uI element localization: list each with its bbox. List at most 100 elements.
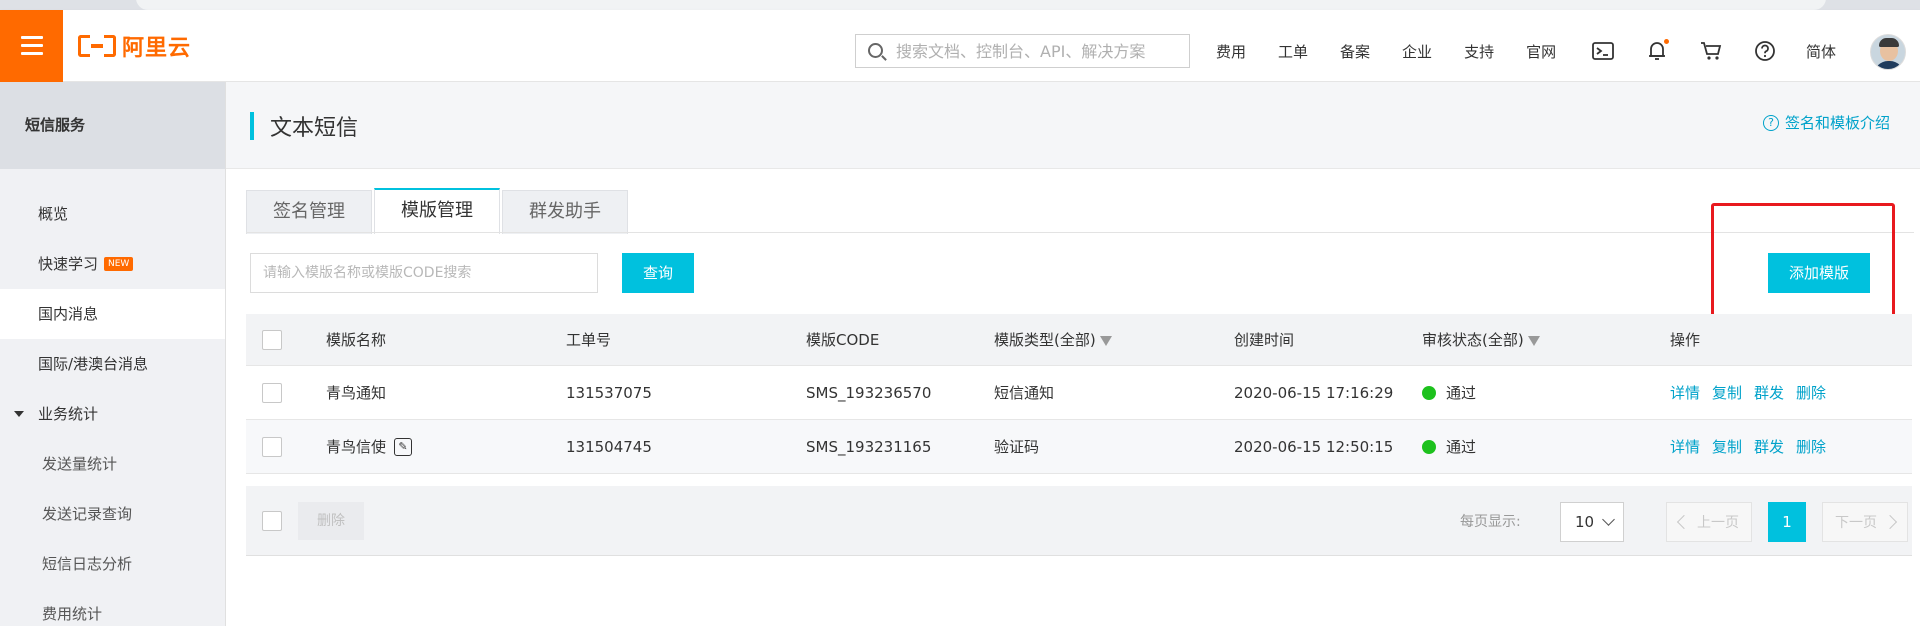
sidebar-item-quick-learn[interactable]: 快速学习 NEW <box>0 239 225 289</box>
bulk-delete-button[interactable]: 删除 <box>298 502 364 540</box>
title-accent-bar <box>250 112 254 140</box>
sidebar-item-label: 国内消息 <box>38 305 99 323</box>
review-status-text: 通过 <box>1446 438 1477 456</box>
tab-signature-management[interactable]: 签名管理 <box>246 190 372 234</box>
notification-dot <box>1664 39 1669 44</box>
query-button[interactable]: 查询 <box>622 253 694 293</box>
tab-template-management[interactable]: 模版管理 <box>374 188 500 234</box>
filter-icon[interactable] <box>1099 335 1112 346</box>
sidebar: 短信服务 概览 快速学习 NEW 国内消息 国际/港澳台消息 业务统计 发送量统计… <box>0 82 226 626</box>
next-page-label: 下一页 <box>1835 515 1877 531</box>
address-bar[interactable] <box>136 0 1826 10</box>
sidebar-item-label: 快速学习 <box>38 255 99 273</box>
terminal-icon[interactable] <box>1590 38 1616 64</box>
action-copy-link[interactable]: 复制 <box>1712 436 1742 457</box>
nav-link-fees[interactable]: 费用 <box>1216 41 1246 62</box>
column-header-type[interactable]: 模版类型(全部) <box>994 314 1112 365</box>
nav-link-filing[interactable]: 备案 <box>1340 41 1370 62</box>
table-header-row: 模版名称 工单号 模版CODE 模版类型(全部) 创建时间 审核状态(全部) 操… <box>246 314 1912 366</box>
help-icon[interactable] <box>1752 38 1778 64</box>
language-switch[interactable]: 简体 <box>1806 41 1836 62</box>
cart-icon[interactable] <box>1698 38 1724 64</box>
edit-icon[interactable]: ✎ <box>394 437 413 456</box>
new-badge: NEW <box>104 256 134 271</box>
help-link[interactable]: ? 签名和模板介绍 <box>1762 112 1890 133</box>
page-header: 文本短信 ? 签名和模板介绍 <box>226 82 1920 169</box>
sidebar-item-send-volume[interactable]: 发送量统计 <box>0 439 225 489</box>
column-header-status-label: 审核状态(全部) <box>1422 331 1524 349</box>
sidebar-group-business-stats[interactable]: 业务统计 <box>0 389 225 439</box>
template-name-cell: 青鸟信使 ✎ <box>326 420 413 473</box>
template-name: 青鸟通知 <box>326 384 387 402</box>
column-header-ticket: 工单号 <box>566 331 612 349</box>
action-delete-link[interactable]: 删除 <box>1796 382 1826 403</box>
template-type: 短信通知 <box>994 384 1055 402</box>
sidebar-item-international[interactable]: 国际/港澳台消息 <box>0 339 225 389</box>
footer-select-all-checkbox[interactable] <box>262 511 282 531</box>
sidebar-item-label: 发送记录查询 <box>42 505 133 523</box>
select-all-checkbox[interactable] <box>262 329 282 350</box>
page-title: 文本短信 <box>270 116 359 141</box>
ticket-number: 131537075 <box>566 383 652 402</box>
row-actions: 详情 复制 群发 删除 <box>1670 420 1838 473</box>
hamburger-menu-button[interactable] <box>0 10 63 82</box>
top-nav-links: 费用 工单 备案 企业 支持 官网 <box>1216 34 1588 68</box>
tab-divider <box>246 232 1914 233</box>
row-checkbox[interactable] <box>262 436 282 457</box>
action-bulk-send-link[interactable]: 群发 <box>1754 382 1784 403</box>
created-time: 2020-06-15 17:16:29 <box>1234 383 1394 402</box>
row-checkbox-cell <box>262 366 282 419</box>
template-code: SMS_193231165 <box>806 437 932 456</box>
row-checkbox-cell <box>262 420 282 473</box>
sidebar-item-label: 短信日志分析 <box>42 555 133 573</box>
add-template-button[interactable]: 添加模版 <box>1768 253 1870 293</box>
chevron-left-icon <box>1676 514 1692 530</box>
table-footer: 删除 每页显示: 10 上一页 1 下一页 <box>246 486 1912 556</box>
sidebar-item-send-records[interactable]: 发送记录查询 <box>0 489 225 539</box>
nav-link-enterprise[interactable]: 企业 <box>1402 41 1432 62</box>
sidebar-item-overview[interactable]: 概览 <box>0 189 225 239</box>
column-header-created: 创建时间 <box>1234 331 1295 349</box>
template-name: 青鸟信使 <box>326 438 387 456</box>
template-search-input[interactable] <box>250 253 598 293</box>
user-avatar[interactable] <box>1870 34 1906 70</box>
global-search[interactable] <box>855 34 1190 68</box>
bell-icon[interactable] <box>1644 38 1670 64</box>
sidebar-title[interactable]: 短信服务 <box>0 82 225 169</box>
action-detail-link[interactable]: 详情 <box>1670 436 1700 457</box>
tab-bar: 签名管理 模版管理 群发助手 <box>246 188 630 234</box>
column-header-name: 模版名称 <box>326 331 387 349</box>
caret-down-icon <box>14 411 24 417</box>
prev-page-button[interactable]: 上一页 <box>1666 502 1752 542</box>
sidebar-item-cost-stats[interactable]: 费用统计 <box>0 589 225 639</box>
top-icon-group: 简体 <box>1590 36 1864 66</box>
nav-link-support[interactable]: 支持 <box>1464 41 1494 62</box>
question-icon: ? <box>1762 114 1779 131</box>
action-delete-link[interactable]: 删除 <box>1796 436 1826 457</box>
sidebar-item-label: 发送量统计 <box>42 455 118 473</box>
per-page-select[interactable]: 10 <box>1560 502 1624 542</box>
action-bulk-send-link[interactable]: 群发 <box>1754 436 1784 457</box>
review-status: 通过 <box>1422 420 1476 473</box>
action-copy-link[interactable]: 复制 <box>1712 382 1742 403</box>
browser-chrome <box>0 0 1920 10</box>
sidebar-item-log-analysis[interactable]: 短信日志分析 <box>0 539 225 589</box>
next-page-button[interactable]: 下一页 <box>1822 502 1908 542</box>
column-header-status[interactable]: 审核状态(全部) <box>1422 314 1540 365</box>
action-detail-link[interactable]: 详情 <box>1670 382 1700 403</box>
template-code: SMS_193236570 <box>806 383 932 402</box>
page-number-button[interactable]: 1 <box>1768 502 1806 542</box>
row-checkbox[interactable] <box>262 382 282 403</box>
select-all-checkbox-cell <box>262 314 282 365</box>
global-search-input[interactable] <box>896 39 1181 63</box>
tab-bulk-send-assistant[interactable]: 群发助手 <box>502 190 628 234</box>
sidebar-item-domestic[interactable]: 国内消息 <box>0 289 225 339</box>
column-header-type-label: 模版类型(全部) <box>994 331 1096 349</box>
nav-link-official-site[interactable]: 官网 <box>1526 41 1556 62</box>
filter-icon[interactable] <box>1527 335 1540 346</box>
aliyun-logo[interactable]: 阿里云 <box>78 32 191 61</box>
nav-link-tickets[interactable]: 工单 <box>1278 41 1308 62</box>
main-content: 文本短信 ? 签名和模板介绍 签名管理 模版管理 群发助手 查询 添加模版 模版… <box>226 82 1920 626</box>
table-row: 青鸟信使 ✎ 131504745 SMS_193231165 验证码 2020-0… <box>246 420 1912 474</box>
template-table: 模版名称 工单号 模版CODE 模版类型(全部) 创建时间 审核状态(全部) 操… <box>246 314 1912 474</box>
